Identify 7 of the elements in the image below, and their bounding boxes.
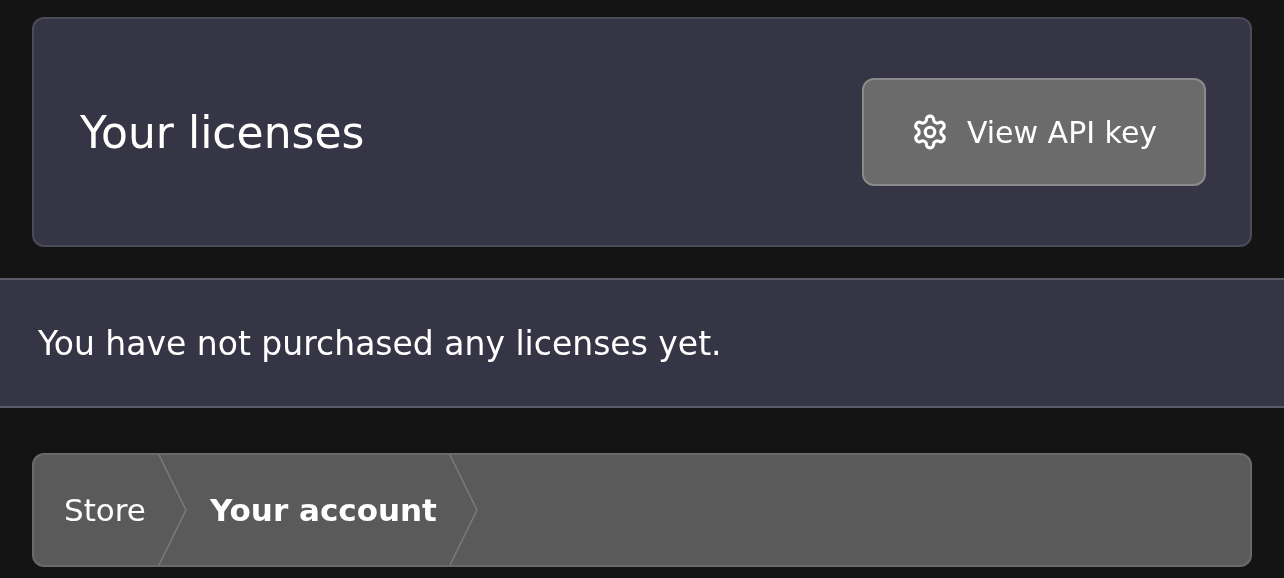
breadcrumb-item[interactable]: Your account [187,455,447,565]
chevron-separator-icon [446,455,479,565]
notice-text: You have not purchased any licenses yet. [38,323,722,363]
chevron-separator-icon [155,455,188,565]
breadcrumb-item[interactable]: Store [34,455,156,565]
view-api-key-button[interactable]: View API key [862,78,1206,186]
page-title: Your licenses [80,106,365,158]
